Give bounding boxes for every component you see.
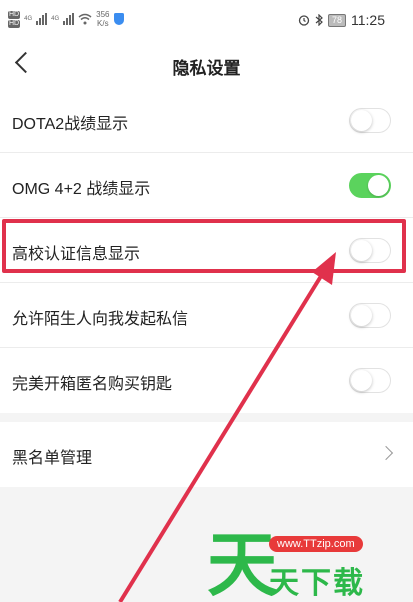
setting-label: DOTA2战绩显示 xyxy=(12,116,129,133)
signal-icon-2 xyxy=(63,13,75,25)
signal-icon xyxy=(36,13,48,25)
page-title: 隐私设置 xyxy=(172,59,241,78)
shield-icon xyxy=(113,13,124,25)
nav-bar: 隐私设置 xyxy=(0,40,413,88)
watermark-text: 天下载 xyxy=(269,567,365,600)
setting-row-anonymous: 完美开箱匿名购买钥匙 xyxy=(0,348,413,413)
network-type-1: 4G xyxy=(24,15,33,22)
setting-label: 完美开箱匿名购买钥匙 xyxy=(12,376,173,393)
stranger-message-toggle[interactable] xyxy=(349,303,391,328)
sim2-badge: HD xyxy=(8,19,21,28)
watermark-logo: 天 www.TTzip.com 天下载 xyxy=(207,528,407,602)
setting-row-omg: OMG 4+2 战绩显示 xyxy=(0,153,413,218)
chevron-right-icon xyxy=(378,445,394,461)
anonymous-key-purchase-toggle[interactable] xyxy=(349,368,391,393)
watermark-url: www.TTzip.com xyxy=(269,536,363,552)
watermark-big-char: 天 xyxy=(207,524,277,602)
network-speed: 356 K/s xyxy=(96,10,110,28)
setting-label: 允许陌生人向我发起私信 xyxy=(12,311,189,328)
blacklist-label: 黑名单管理 xyxy=(12,450,93,467)
clock: 11:25 xyxy=(351,12,385,28)
sim1-badge: HD xyxy=(8,10,21,19)
status-bar: HD HD 4G 4G 356 K/s 78 11:25 xyxy=(0,0,413,40)
setting-row-messages: 允许陌生人向我发起私信 xyxy=(0,283,413,348)
network-type-2: 4G xyxy=(51,15,60,22)
wifi-icon xyxy=(78,13,92,25)
setting-label: OMG 4+2 战绩显示 xyxy=(12,181,151,198)
alarm-icon xyxy=(298,15,310,26)
sim-indicators: HD HD xyxy=(8,10,21,28)
blacklist-row[interactable]: 黑名单管理 xyxy=(0,422,413,487)
bluetooth-icon xyxy=(315,14,323,26)
setting-row-dota2: DOTA2战绩显示 xyxy=(0,88,413,153)
highlight-box xyxy=(2,219,406,273)
dota2-record-toggle[interactable] xyxy=(349,108,391,133)
omg-record-toggle[interactable] xyxy=(349,173,391,198)
battery-icon: 78 xyxy=(327,13,346,27)
